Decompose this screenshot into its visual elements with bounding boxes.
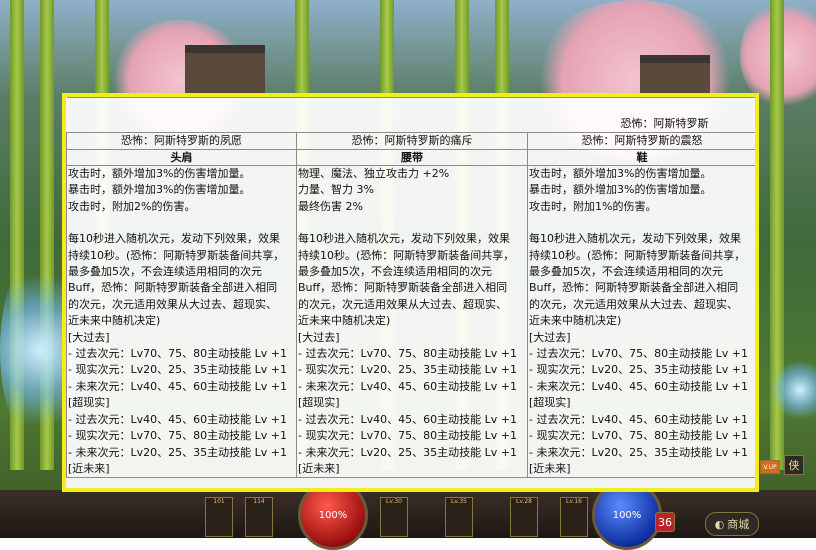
- section-heading: [大过去]: [68, 330, 110, 344]
- description-line: 的次元，次元适用效果从大过去、超现实、: [298, 297, 507, 311]
- description-line: 的次元，次元适用效果从大过去、超现实、: [68, 297, 277, 311]
- equipment-slot-label: 鞋: [526, 149, 755, 166]
- skill-slot[interactable]: Lv.35: [445, 497, 473, 537]
- description-line: 每10秒进入随机次元，发动下列效果，效果: [68, 232, 280, 246]
- set-item-tooltip-panel: 恐怖：阿斯特罗斯 恐怖：阿斯特罗斯的夙愿 恐怖：阿斯特罗斯的痛斥 恐怖：阿斯特罗…: [62, 93, 759, 492]
- item-effect-cell: 攻击时，额外增加3%的伤害增加量。 暴击时，额外增加3%的伤害增加量。 攻击时，…: [66, 164, 297, 479]
- stat-line: 攻击时，附加1%的伤害。: [529, 199, 657, 213]
- stat-line: 力量、智力 3%: [298, 183, 374, 197]
- vip-label: V.UP: [763, 463, 777, 471]
- xia-label: 侠: [788, 459, 800, 472]
- skill-level: Lv.16: [566, 498, 582, 505]
- description-line: 每10秒进入随机次元，发动下列效果，效果: [529, 232, 741, 246]
- section-heading: [超现实]: [529, 396, 571, 410]
- effect-line: - 未来次元：Lv40、45、60主动技能 Lv +1: [529, 379, 748, 393]
- section-heading: [大过去]: [529, 330, 571, 344]
- description-line: Buff，恐怖：阿斯特罗斯装备全部进入相同: [298, 281, 508, 295]
- xia-button[interactable]: 侠: [784, 455, 804, 475]
- effect-line: - 现实次元：Lv70、75、80主动技能 Lv +1: [529, 429, 748, 443]
- section-heading: [超现实]: [68, 396, 110, 410]
- shop-button[interactable]: ◐ 商城: [705, 512, 759, 536]
- quickslot-item[interactable]: 114: [245, 497, 273, 537]
- effect-line: - 未来次元：Lv40、45、60主动技能 Lv +1: [298, 379, 517, 393]
- effect-line: - 过去次元：Lv40、45、60主动技能 Lv +1: [529, 412, 748, 426]
- village-house: [185, 45, 265, 93]
- effect-line: - 未来次元：Lv40、45、60主动技能 Lv +1: [68, 379, 287, 393]
- description-line: Buff，恐怖：阿斯特罗斯装备全部进入相同: [529, 281, 739, 295]
- description-line: 最多叠加5次，不会连续适用相同的次元: [529, 265, 723, 279]
- quickslot-item[interactable]: 101: [205, 497, 233, 537]
- description-line: 的次元，次元适用效果从大过去、超现实、: [529, 297, 738, 311]
- description-line: 最多叠加5次，不会连续适用相同的次元: [298, 265, 492, 279]
- stat-line: 最终伤害 2%: [298, 199, 363, 213]
- description-line: 每10秒进入随机次元，发动下列效果，效果: [298, 232, 510, 246]
- effect-line: - 未来次元：Lv20、25、35主动技能 Lv +1: [68, 445, 287, 459]
- description-line: 近未来中随机决定): [68, 314, 161, 328]
- item-effect-cell: 物理、魔法、独立攻击力 +2% 力量、智力 3% 最终伤害 2% 每10秒进入随…: [296, 164, 528, 479]
- equipment-slot-label: 头肩: [66, 149, 297, 166]
- description-line: 持续10秒。(恐怖：阿斯特罗斯装备间共享，: [298, 248, 515, 262]
- description-line: 持续10秒。(恐怖：阿斯特罗斯装备间共享，: [68, 248, 285, 262]
- item-name-header: 恐怖：阿斯特罗斯的夙愿: [66, 132, 297, 150]
- description-line: 最多叠加5次，不会连续适用相同的次元: [68, 265, 262, 279]
- section-heading: [近未来]: [68, 461, 110, 475]
- section-heading: [近未来]: [298, 461, 340, 475]
- skill-slot[interactable]: Lv.30: [380, 497, 408, 537]
- effect-line: - 过去次元：Lv70、75、80主动技能 Lv +1: [298, 347, 517, 361]
- section-heading: [大过去]: [298, 330, 340, 344]
- bottom-hud-bar: [0, 490, 816, 538]
- section-heading: [超现实]: [298, 396, 340, 410]
- effect-line: - 现实次元：Lv20、25、35主动技能 Lv +1: [298, 363, 517, 377]
- skill-slot[interactable]: Lv.16: [560, 497, 588, 537]
- item-name-header: 恐怖：阿斯特罗斯的痛斥: [296, 132, 528, 150]
- effect-line: - 未来次元：Lv20、25、35主动技能 Lv +1: [298, 445, 517, 459]
- quickslot-count: 101: [213, 498, 225, 505]
- stat-line: 攻击时，额外增加3%的伤害增加量。: [68, 167, 251, 180]
- description-line: 持续10秒。(恐怖：阿斯特罗斯装备间共享，: [529, 248, 746, 262]
- skill-level: Lv.28: [516, 498, 532, 505]
- vip-badge[interactable]: V.UP: [760, 460, 780, 474]
- effect-line: - 过去次元：Lv70、75、80主动技能 Lv +1: [529, 347, 748, 361]
- stat-line: 攻击时，额外增加3%的伤害增加量。: [529, 167, 712, 180]
- effect-line: - 现实次元：Lv20、25、35主动技能 Lv +1: [68, 363, 287, 377]
- shop-icon: ◐: [714, 517, 725, 531]
- stat-line: 暴击时，额外增加3%的伤害增加量。: [68, 183, 251, 197]
- item-name-header: 恐怖：阿斯特罗斯的震怒: [526, 132, 755, 150]
- skill-slot[interactable]: Lv.28: [510, 497, 538, 537]
- effect-line: - 现实次元：Lv70、75、80主动技能 Lv +1: [68, 429, 287, 443]
- effect-line: - 过去次元：Lv40、45、60主动技能 Lv +1: [298, 412, 517, 426]
- set-title: 恐怖：阿斯特罗斯: [66, 97, 755, 133]
- skill-level: Lv.30: [386, 498, 402, 505]
- counter-value: 36: [658, 515, 672, 529]
- description-line: Buff，恐怖：阿斯特罗斯装备全部进入相同: [68, 281, 278, 295]
- stat-line: 物理、魔法、独立攻击力 +2%: [298, 167, 450, 180]
- effect-line: - 过去次元：Lv70、75、80主动技能 Lv +1: [68, 347, 287, 361]
- mp-value: 100%: [612, 509, 642, 521]
- item-effect-cell: 攻击时，额外增加3%的伤害增加量。 暴击时，额外增加3%的伤害增加量。 攻击时，…: [526, 164, 755, 479]
- quickslot-count: 114: [253, 498, 265, 505]
- stat-line: 攻击时，附加2%的伤害。: [68, 199, 196, 213]
- description-line: 近未来中随机决定): [529, 314, 622, 328]
- shop-label: 商城: [727, 518, 750, 531]
- skill-level: Lv.35: [451, 498, 467, 505]
- section-heading: [近未来]: [529, 461, 571, 475]
- equipment-slot-label: 腰带: [296, 149, 528, 166]
- effect-line: - 现实次元：Lv70、75、80主动技能 Lv +1: [298, 429, 517, 443]
- notification-counter[interactable]: 36: [655, 512, 675, 532]
- hp-value: 100%: [318, 509, 348, 521]
- effect-line: - 现实次元：Lv20、25、35主动技能 Lv +1: [529, 363, 748, 377]
- effect-line: - 过去次元：Lv40、45、60主动技能 Lv +1: [68, 412, 287, 426]
- stat-line: 暴击时，额外增加3%的伤害增加量。: [529, 183, 712, 197]
- set-comparison-table: 恐怖：阿斯特罗斯 恐怖：阿斯特罗斯的夙愿 恐怖：阿斯特罗斯的痛斥 恐怖：阿斯特罗…: [66, 97, 755, 479]
- effect-line: - 未来次元：Lv20、25、35主动技能 Lv +1: [529, 445, 748, 459]
- description-line: 近未来中随机决定): [298, 314, 391, 328]
